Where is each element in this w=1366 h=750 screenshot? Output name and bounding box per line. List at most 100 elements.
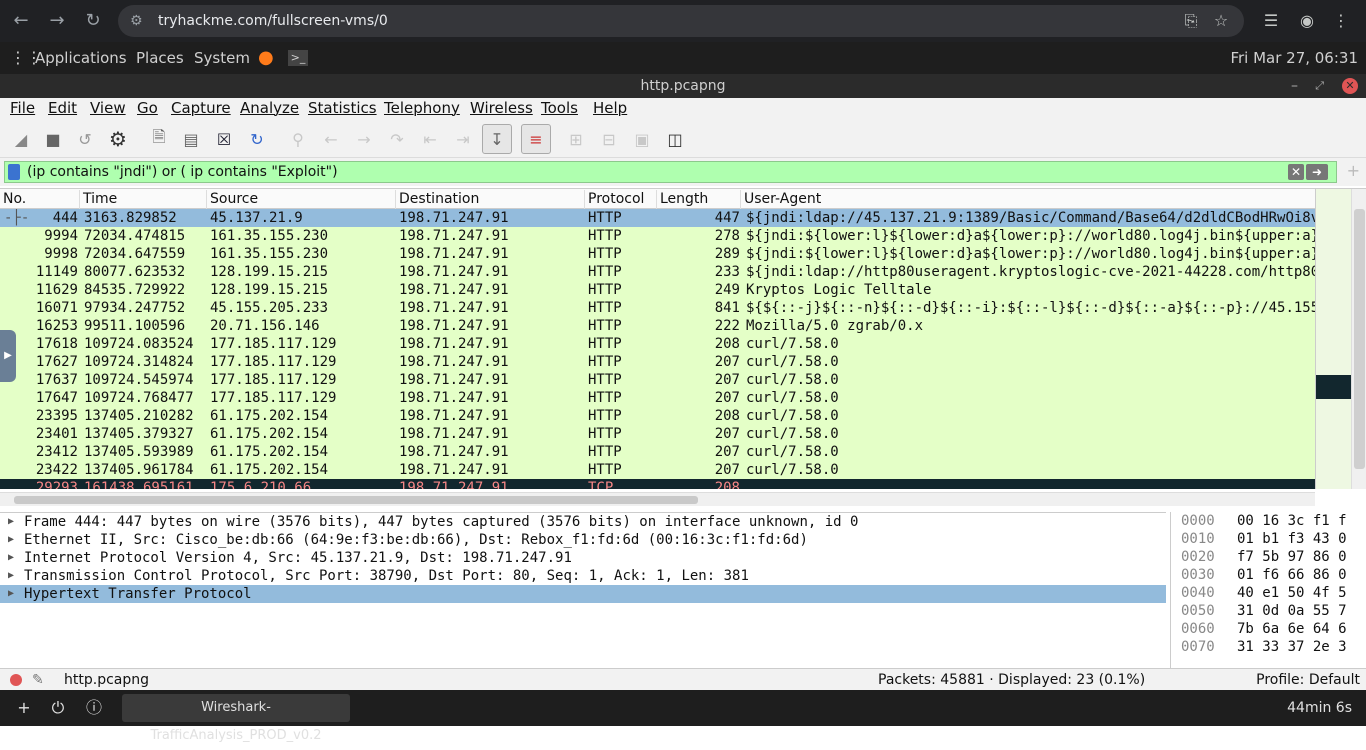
add-filter-button-icon[interactable]: +: [1347, 161, 1360, 180]
table-row[interactable]: 16253 99511.100596 20.71.156.146 198.71.247…: [0, 317, 1315, 335]
menu-view[interactable]: View: [90, 99, 126, 117]
autoscroll-icon[interactable]: ↧: [482, 124, 512, 154]
start-capture-icon[interactable]: ◢: [8, 126, 34, 152]
expand-arrow-icon[interactable]: ▶: [8, 567, 14, 585]
minimize-icon[interactable]: –: [1291, 74, 1298, 98]
go-forward-icon[interactable]: →: [351, 126, 377, 152]
detail-tree-item[interactable]: ▶ Hypertext Transfer Protocol: [0, 585, 1166, 603]
hex-row[interactable]: 0020 f7 5b 97 86 0: [1171, 549, 1366, 566]
table-row[interactable]: 23401 137405.379327 61.175.202.154 198.71.2…: [0, 425, 1315, 443]
system-menu[interactable]: System: [194, 42, 250, 74]
col-header-protocol[interactable]: Protocol: [585, 190, 657, 209]
hex-row[interactable]: 0070 31 33 37 2e 3: [1171, 639, 1366, 656]
reload-icon[interactable]: ↻: [80, 8, 106, 34]
close-file-icon[interactable]: ☒: [211, 126, 237, 152]
power-icon[interactable]: ⏻: [46, 695, 70, 721]
side-panel-toggle-icon[interactable]: ▶: [0, 330, 16, 382]
bookmark-star-icon[interactable]: ☆: [1208, 8, 1234, 34]
more-menu-icon[interactable]: ⋮: [1328, 8, 1354, 34]
col-header-destination[interactable]: Destination: [396, 190, 585, 209]
site-info-icon[interactable]: ⚙: [130, 5, 143, 37]
find-packet-icon[interactable]: ⚲: [285, 126, 311, 152]
table-row[interactable]: 11149 80077.623532 128.199.15.215 198.71.24…: [0, 263, 1315, 281]
applications-menu[interactable]: Applications: [35, 42, 127, 74]
table-row[interactable]: 29293 161438.695161 175.6.210.66 198.71.247…: [0, 479, 1315, 489]
hex-row[interactable]: 0030 01 f6 66 86 0: [1171, 567, 1366, 584]
zoom-in-icon[interactable]: ⊞: [563, 126, 589, 152]
info-icon[interactable]: ⓘ: [82, 695, 106, 721]
hex-row[interactable]: 0010 01 b1 f3 43 0: [1171, 531, 1366, 548]
table-row[interactable]: 17637 109724.545974 177.185.117.129 198.71.…: [0, 371, 1315, 389]
places-menu[interactable]: Places: [136, 42, 184, 74]
last-packet-icon[interactable]: ⇥: [450, 126, 476, 152]
menu-file[interactable]: File: [10, 99, 35, 117]
detail-tree-item[interactable]: ▶ Internet Protocol Version 4, Src: 45.13…: [0, 549, 1166, 567]
col-header-no[interactable]: No.: [0, 190, 80, 209]
capture-options-icon[interactable]: ⚙: [105, 126, 131, 152]
profile-avatar[interactable]: ◉: [1294, 8, 1320, 34]
add-icon[interactable]: +: [12, 695, 36, 721]
menu-go[interactable]: Go: [137, 99, 158, 117]
packet-minimap[interactable]: [1315, 189, 1352, 489]
normal-size-icon[interactable]: ▣: [629, 126, 655, 152]
detail-tree-item[interactable]: ▶ Frame 444: 447 bytes on wire (3576 bits…: [0, 513, 1166, 531]
table-row[interactable]: 17647 109724.768477 177.185.117.129 198.71.…: [0, 389, 1315, 407]
hex-row[interactable]: 0050 31 0d 0a 55 7: [1171, 603, 1366, 620]
col-header-length[interactable]: Length: [657, 190, 741, 209]
clear-filter-icon[interactable]: ✕: [1288, 164, 1304, 180]
menu-analyze[interactable]: Analyze: [240, 99, 299, 117]
table-row[interactable]: 23412 137405.593989 61.175.202.154 198.71.2…: [0, 443, 1315, 461]
stop-capture-icon[interactable]: ■: [40, 126, 66, 152]
menu-tools[interactable]: Tools: [541, 99, 578, 117]
firefox-icon[interactable]: ●: [258, 42, 274, 74]
table-row[interactable]: 16071 97934.247752 45.155.205.233 198.71.24…: [0, 299, 1315, 317]
expand-arrow-icon[interactable]: ▶: [8, 585, 14, 603]
bookmark-icon[interactable]: [8, 164, 20, 180]
go-back-icon[interactable]: ←: [318, 126, 344, 152]
col-header-time[interactable]: Time: [80, 190, 207, 209]
col-header-user-agent[interactable]: User-Agent: [741, 190, 1315, 209]
taskbar-window-item[interactable]: Wireshark-TrafficAnalysis_PROD_v0.2: [122, 694, 350, 743]
table-row[interactable]: 17618 109724.083524 177.185.117.129 198.71.…: [0, 335, 1315, 353]
table-row[interactable]: 23395 137405.210282 61.175.202.154 198.71.2…: [0, 407, 1315, 425]
hex-row[interactable]: 0000 00 16 3c f1 f: [1171, 513, 1366, 530]
terminal-icon[interactable]: >_: [288, 50, 308, 66]
menu-telephony[interactable]: Telephony: [384, 99, 460, 117]
clipboard-icon[interactable]: ⎘: [1178, 8, 1204, 34]
packet-list-hscrollbar[interactable]: [0, 492, 1315, 506]
save-file-icon[interactable]: ▤: [178, 126, 204, 152]
apply-filter-icon[interactable]: ➜: [1306, 164, 1328, 180]
back-icon[interactable]: ←: [8, 8, 34, 34]
close-icon[interactable]: ✕: [1342, 78, 1358, 94]
zoom-out-icon[interactable]: ⊟: [596, 126, 622, 152]
menu-help[interactable]: Help: [593, 99, 627, 117]
hex-row[interactable]: 0060 7b 6a 6e 64 6: [1171, 621, 1366, 638]
table-row[interactable]: 17627 109724.314824 177.185.117.129 198.71.…: [0, 353, 1315, 371]
expand-arrow-icon[interactable]: ▶: [8, 513, 14, 531]
detail-tree-item[interactable]: ▶ Transmission Control Protocol, Src Port…: [0, 567, 1166, 585]
hex-row[interactable]: 0040 40 e1 50 4f 5: [1171, 585, 1366, 602]
detail-tree-item[interactable]: ▶ Ethernet II, Src: Cisco_be:db:66 (64:9e…: [0, 531, 1166, 549]
scrollbar-thumb[interactable]: [1354, 209, 1365, 469]
address-bar[interactable]: ⚙ tryhackme.com/fullscreen-vms/0: [118, 5, 1244, 37]
hscrollbar-thumb[interactable]: [14, 496, 698, 504]
reload-file-icon[interactable]: ↻: [244, 126, 270, 152]
menu-capture[interactable]: Capture: [171, 99, 231, 117]
packet-list-scrollbar[interactable]: [1351, 189, 1366, 489]
go-to-packet-icon[interactable]: ↷: [384, 126, 410, 152]
status-profile[interactable]: Profile: Default: [1256, 669, 1360, 691]
restart-capture-icon[interactable]: ↺: [72, 126, 98, 152]
edit-comment-icon[interactable]: ✎: [32, 669, 44, 691]
menu-wireless[interactable]: Wireless: [470, 99, 533, 117]
table-row[interactable]: 9998 72034.647559 161.35.155.230 198.71.247…: [0, 245, 1315, 263]
display-filter-input[interactable]: (ip contains "jndi") or ( ip contains "E…: [4, 161, 1337, 183]
open-file-icon[interactable]: 🗎: [146, 126, 172, 152]
table-row[interactable]: 23422 137405.961784 61.175.202.154 198.71.2…: [0, 461, 1315, 479]
media-control-icon[interactable]: ☰: [1258, 8, 1284, 34]
forward-icon[interactable]: →: [44, 8, 70, 34]
expand-arrow-icon[interactable]: ▶: [8, 531, 14, 549]
table-row[interactable]: 9994 72034.474815 161.35.155.230 198.71.247…: [0, 227, 1315, 245]
col-header-source[interactable]: Source: [207, 190, 396, 209]
maximize-icon[interactable]: ⤢: [1315, 74, 1324, 98]
resize-columns-icon[interactable]: ◫: [662, 126, 688, 152]
